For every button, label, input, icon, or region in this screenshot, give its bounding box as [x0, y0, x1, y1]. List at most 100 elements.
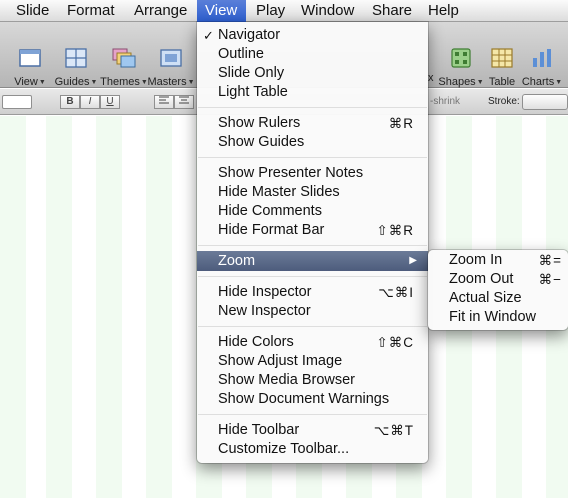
view-menu: ✓ Navigator Outline Slide Only Light Tab…	[197, 22, 428, 463]
menu-play[interactable]: Play	[248, 0, 293, 22]
background-stripe	[146, 116, 172, 498]
shortcut-label: ⌘R	[388, 116, 414, 131]
menu-item-label: Hide Colors	[218, 334, 294, 350]
menu-item-label: Hide Toolbar	[218, 422, 300, 438]
menu-item-customize-toolbar[interactable]: Customize Toolbar...	[197, 440, 428, 459]
table-toolbar-label: Table	[488, 76, 516, 88]
menu-item-actual-size[interactable]: Actual Size	[428, 289, 568, 308]
background-stripe	[46, 116, 72, 498]
view-toolbar-label: View	[14, 76, 38, 88]
menu-item-label: Hide Master Slides	[218, 184, 340, 200]
menu-item-fit-in-window[interactable]: Fit in Window	[428, 308, 568, 327]
menu-item-show-media-browser[interactable]: Show Media Browser	[197, 371, 428, 390]
menu-item-show-guides[interactable]: Show Guides	[197, 133, 428, 152]
menu-item-hide-format-bar[interactable]: Hide Format Bar ⇧⌘R	[197, 221, 428, 240]
italic-button[interactable]: I	[80, 95, 100, 109]
menu-arrange[interactable]: Arrange	[126, 0, 195, 22]
menu-item-label: Hide Comments	[218, 203, 322, 219]
menu-item-label: Show Adjust Image	[218, 353, 343, 369]
stroke-select[interactable]	[522, 94, 568, 110]
chevron-down-icon: ▼	[38, 79, 46, 86]
menu-share[interactable]: Share	[364, 0, 420, 22]
menu-item-zoom[interactable]: Zoom ▶	[197, 251, 428, 271]
menu-item-label: Show Presenter Notes	[218, 165, 364, 181]
shortcut-label: ⌥⌘I	[378, 285, 414, 300]
charts-toolbar-label: Charts	[521, 76, 555, 88]
menu-item-label: Fit in Window	[449, 309, 537, 325]
menu-item-zoom-in[interactable]: Zoom In ⌘=	[428, 251, 568, 270]
chevron-down-icon: ▼	[187, 79, 195, 86]
menu-item-hide-inspector[interactable]: Hide Inspector ⌥⌘I	[197, 283, 428, 302]
menu-item-show-rulers[interactable]: Show Rulers ⌘R	[197, 114, 428, 133]
menu-item-label: Navigator	[218, 27, 281, 43]
align-center-icon	[179, 96, 189, 104]
checkmark-icon: ✓	[203, 28, 214, 43]
menu-item-zoom-out[interactable]: Zoom Out ⌘−	[428, 270, 568, 289]
menu-item-label: Hide Inspector	[218, 284, 312, 300]
menu-item-light-table[interactable]: Light Table	[197, 83, 428, 102]
shapes-toolbar-label: Shapes	[438, 76, 476, 88]
background-stripe	[96, 116, 122, 498]
align-left-icon	[159, 96, 169, 104]
menu-item-navigator[interactable]: ✓ Navigator	[197, 26, 428, 45]
underline-button[interactable]: U	[100, 95, 120, 109]
shapes-icon	[451, 48, 471, 68]
menu-item-label: Outline	[218, 46, 264, 62]
style-field[interactable]	[2, 95, 32, 109]
align-center-button[interactable]	[174, 95, 194, 109]
menu-item-slide-only[interactable]: Slide Only	[197, 64, 428, 83]
menu-format[interactable]: Format	[59, 0, 123, 22]
shortcut-label: ⇧⌘R	[376, 223, 414, 238]
themes-toolbar-label: Themes	[100, 76, 140, 88]
menu-item-hide-comments[interactable]: Hide Comments	[197, 202, 428, 221]
menu-bar: Slide Format Arrange View Play Window Sh…	[0, 0, 568, 22]
align-left-button[interactable]	[154, 95, 174, 109]
menu-item-label: New Inspector	[218, 303, 311, 319]
menu-item-label: Zoom Out	[449, 271, 514, 287]
menu-help[interactable]: Help	[420, 0, 467, 22]
auto-shrink-label: -shrink	[430, 96, 461, 107]
menu-item-label: Light Table	[218, 84, 288, 100]
menu-item-new-inspector[interactable]: New Inspector	[197, 302, 428, 321]
stroke-label: Stroke:	[488, 96, 520, 107]
shortcut-label: ⌘−	[538, 272, 562, 287]
menu-item-show-adjust-image[interactable]: Show Adjust Image	[197, 352, 428, 371]
menu-separator	[198, 157, 427, 158]
table-icon	[491, 48, 513, 68]
menu-item-show-presenter-notes[interactable]: Show Presenter Notes	[197, 164, 428, 183]
menu-separator	[198, 414, 427, 415]
chevron-down-icon: ▼	[555, 79, 563, 86]
menu-item-show-document-warnings[interactable]: Show Document Warnings	[197, 390, 428, 409]
shortcut-label: ⌘=	[538, 253, 562, 268]
menu-item-outline[interactable]: Outline	[197, 45, 428, 64]
menu-item-label: Customize Toolbar...	[218, 441, 350, 457]
guides-toolbar-label: Guides	[54, 76, 90, 88]
menu-view[interactable]: View	[197, 0, 246, 22]
masters-toolbar-button[interactable]: Masters▼	[143, 48, 199, 88]
guides-icon	[65, 48, 87, 68]
masters-icon	[160, 49, 182, 67]
menu-item-hide-colors[interactable]: Hide Colors ⇧⌘C	[197, 333, 428, 352]
menu-item-label: Zoom	[218, 253, 256, 269]
menu-item-label: Show Media Browser	[218, 372, 355, 388]
menu-separator	[198, 326, 427, 327]
menu-item-label: Show Guides	[218, 134, 305, 150]
menu-item-hide-toolbar[interactable]: Hide Toolbar ⌥⌘T	[197, 421, 428, 440]
shortcut-label: ⌥⌘T	[373, 423, 414, 438]
menu-separator	[198, 107, 427, 108]
menu-window[interactable]: Window	[293, 0, 362, 22]
masters-toolbar-label: Masters	[147, 76, 187, 88]
menu-item-label: Hide Format Bar	[218, 222, 325, 238]
bold-button[interactable]: B	[60, 95, 80, 109]
menu-separator	[198, 276, 427, 277]
menu-item-label: Show Document Warnings	[218, 391, 390, 407]
charts-toolbar-button[interactable]: Charts▼	[514, 48, 568, 88]
menu-item-hide-master-slides[interactable]: Hide Master Slides	[197, 183, 428, 202]
shortcut-label: ⇧⌘C	[376, 335, 414, 350]
menu-slide[interactable]: Slide	[8, 0, 57, 22]
zoom-submenu: Zoom In ⌘= Zoom Out ⌘− Actual Size Fit i…	[428, 250, 568, 330]
menu-item-label: Actual Size	[449, 290, 522, 306]
charts-icon	[533, 49, 551, 67]
menu-item-label: Slide Only	[218, 65, 285, 81]
background-stripe	[0, 116, 26, 498]
